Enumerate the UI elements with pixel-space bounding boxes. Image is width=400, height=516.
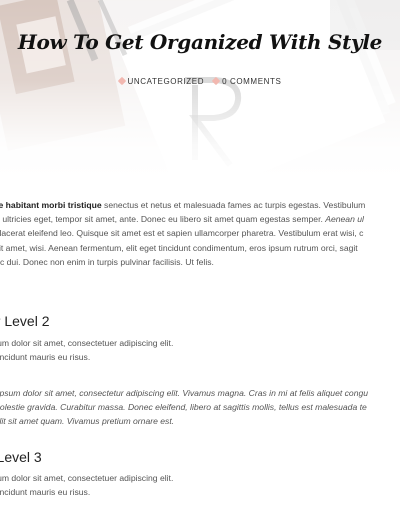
post-content: que habitant morbi tristique senectus et…: [0, 198, 400, 497]
comments-link[interactable]: 0 COMMENTS: [222, 77, 281, 86]
italic-line: s elit sit amet quam. Vivamus pretium or…: [0, 416, 175, 427]
lead-text: ae, ultricies eget, tempor sit amet, ant…: [0, 214, 326, 225]
folder-icon: [117, 76, 126, 86]
italic-line: m ipsum dolor sit amet, consectetur adip…: [0, 388, 369, 398]
paragraph-line: psum dolor sit amet, consectetuer adipis…: [0, 338, 174, 348]
lead-italic-text: Aenean ul: [325, 214, 364, 225]
paragraph-line: n tincidunt mauris eu risus.: [0, 487, 91, 498]
lead-text: n ac dui. Donec non enim in turpis pulvi…: [0, 256, 214, 267]
paragraph-line: psum dolor sit amet, consectetuer adipis…: [0, 473, 174, 483]
post-hero: How To Get Organized With Style UNCATEGO…: [0, 0, 400, 180]
comment-icon: [211, 76, 221, 86]
lead-paragraph: que habitant morbi tristique senectus et…: [0, 198, 400, 269]
post-title: How To Get Organized With Style: [17, 30, 383, 54]
italic-line: t molestie gravida. Curabitur massa. Don…: [0, 402, 367, 413]
heading-level-3: r Level 3: [0, 449, 42, 465]
post-meta: UNCATEGORIZED 0 COMMENTS: [0, 76, 400, 86]
category-link[interactable]: UNCATEGORIZED: [128, 77, 205, 86]
lead-text: senectus et netus et malesuada fames ac …: [101, 200, 366, 210]
heading-level-2: er Level 2: [0, 313, 50, 329]
level3-paragraph: psum dolor sit amet, consectetuer adipis…: [0, 471, 173, 499]
italic-paragraph: m ipsum dolor sit amet, consectetur adip…: [0, 386, 368, 429]
paragraph-line: n tincidunt mauris eu risus.: [0, 352, 91, 363]
level2-paragraph: psum dolor sit amet, consectetuer adipis…: [0, 336, 173, 364]
lead-text: s sit amet, wisi. Aenean fermentum, elit…: [0, 242, 358, 253]
lead-text: s placerat eleifend leo. Quisque sit ame…: [0, 228, 364, 239]
hero-overlay: [0, 0, 400, 180]
lead-bold-text: que habitant morbi tristique: [0, 200, 102, 210]
